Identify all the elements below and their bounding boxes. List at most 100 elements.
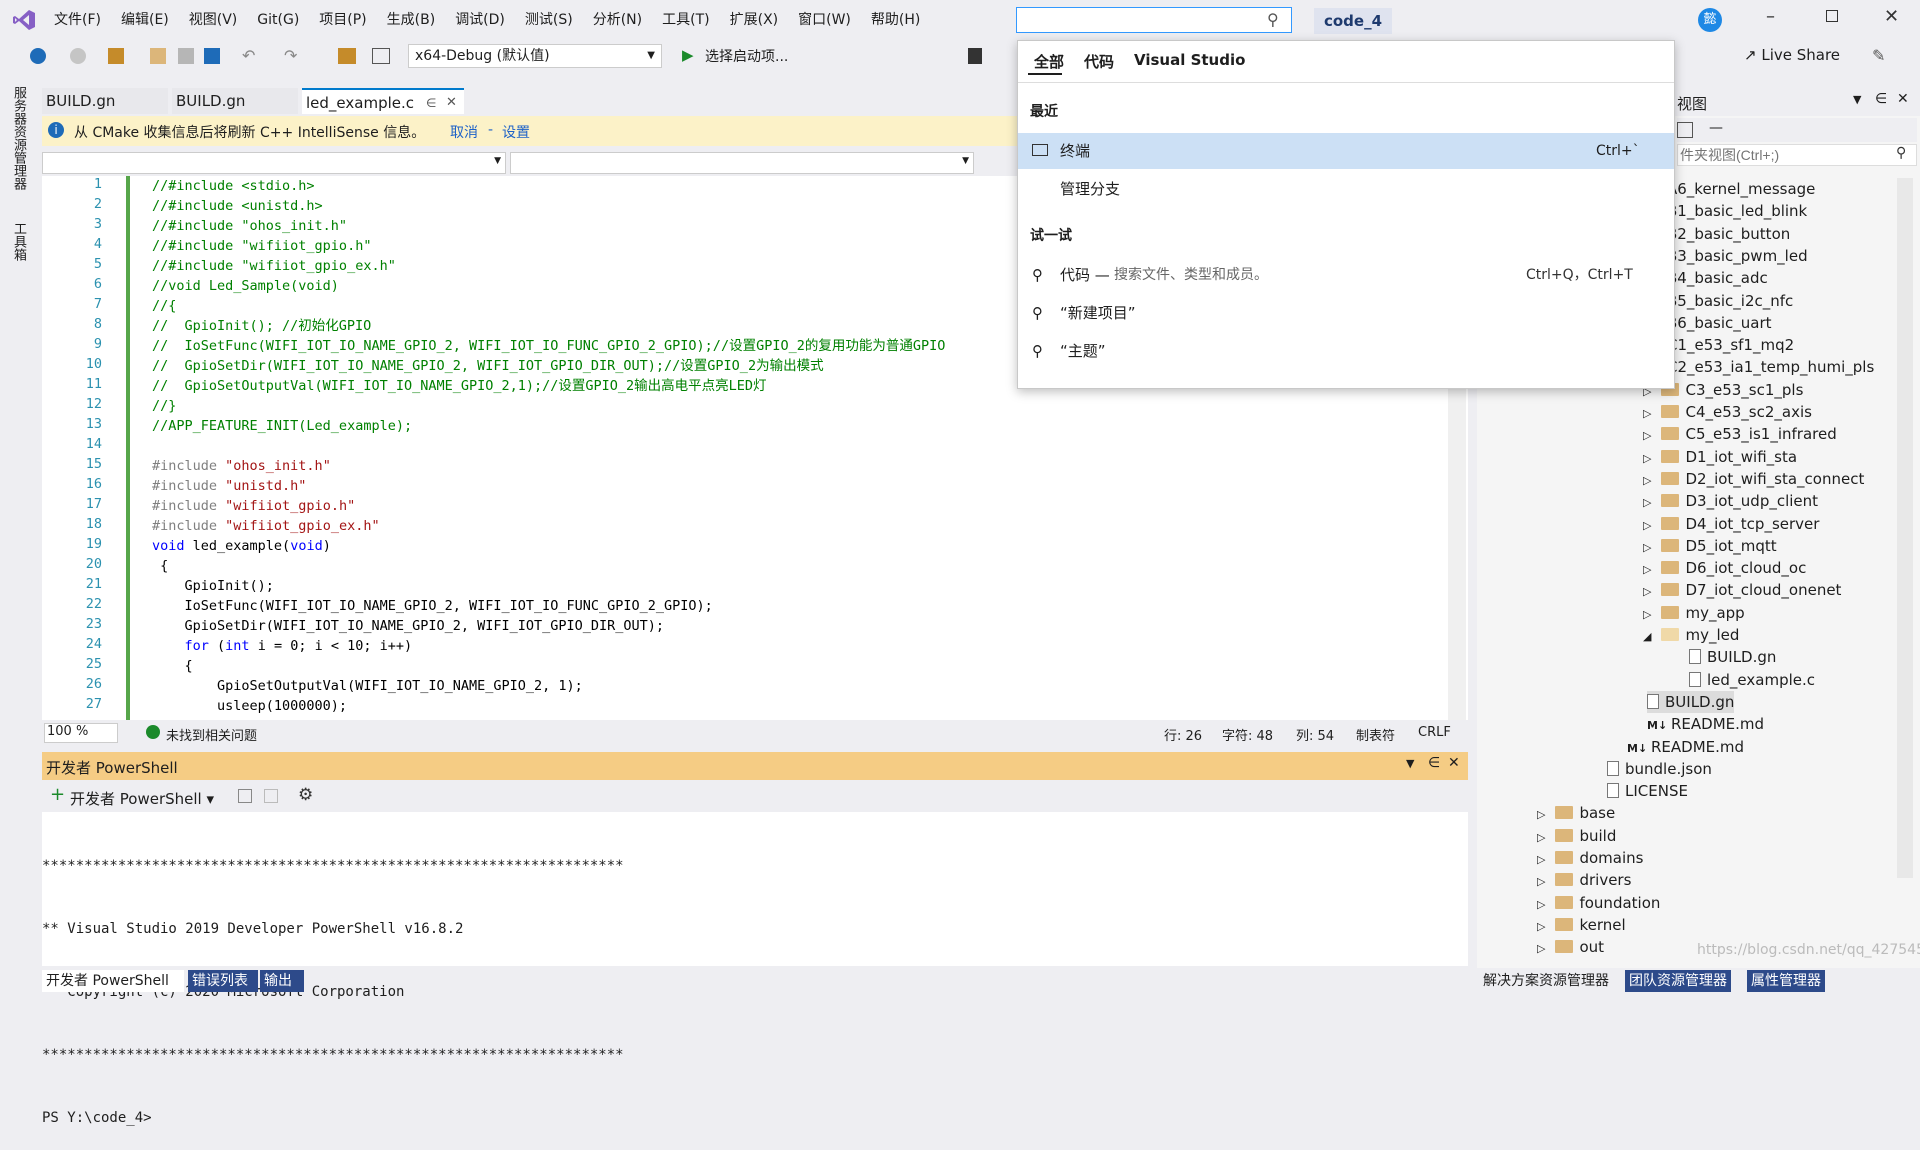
tree-folder[interactable]: ▷ C5_e53_is1_infrared [1643, 423, 1837, 445]
sol-pin-icon[interactable]: ∈ [1875, 91, 1887, 107]
chevron-right-icon[interactable]: ▷ [1643, 519, 1651, 532]
chevron-down-icon[interactable]: ◢ [1643, 630, 1651, 643]
tree-file[interactable]: led_example.c [1689, 669, 1815, 691]
server-explorer-tab[interactable]: 服务器资源管理器 [8, 86, 28, 190]
sol-search-input[interactable] [1678, 145, 1888, 165]
popup-tab-code[interactable]: 代码 [1084, 51, 1114, 72]
tabs-indicator[interactable]: 制表符 [1356, 725, 1395, 744]
tree-file[interactable]: A6_kernel_message [1667, 178, 1815, 200]
popup-item-new-project[interactable]: ⚲ “新建项目” [1018, 295, 1674, 331]
back-icon[interactable] [30, 48, 46, 64]
popup-item-code[interactable]: ⚲ 代码 — 搜索文件、类型和成员。 Ctrl+Q，Ctrl+T [1018, 257, 1674, 293]
chevron-right-icon[interactable]: ▷ [1537, 942, 1545, 955]
redo-icon[interactable]: ↷ [284, 46, 297, 65]
tree-folder[interactable]: ▷ out [1537, 936, 1604, 958]
menu-test[interactable]: 测试(S) [515, 9, 583, 31]
open-folder-icon[interactable] [150, 48, 166, 64]
feedback-icon[interactable]: ✎ [1872, 46, 1885, 65]
new-item-icon[interactable] [108, 48, 124, 64]
tree-file[interactable]: BUILD.gn [1647, 690, 1735, 713]
restore-icon[interactable] [1826, 10, 1838, 22]
menu-project[interactable]: 项目(P) [309, 9, 376, 31]
issues-status[interactable]: 未找到相关问题 [166, 725, 257, 744]
chevron-right-icon[interactable]: ▷ [1537, 920, 1545, 933]
save-icon[interactable] [178, 48, 194, 64]
properties-icon[interactable]: — [1709, 120, 1723, 136]
menu-help[interactable]: 帮助(H) [861, 9, 930, 31]
tab-led-example-c[interactable]: led_example.c ∈ ✕ [302, 88, 464, 114]
menu-build[interactable]: 生成(B) [377, 9, 446, 31]
start-item-button[interactable]: 选择启动项... [705, 46, 788, 66]
info-cancel-link[interactable]: 取消 [450, 122, 478, 142]
live-share-button[interactable]: ↗ Live Share [1744, 46, 1840, 64]
find-icon[interactable] [338, 48, 356, 64]
ps-profile-dropdown[interactable]: 开发者 PowerShell ▾ [70, 788, 214, 809]
tree-file[interactable]: LICENSE [1607, 780, 1688, 802]
tree-folder[interactable]: ▷ D1_iot_wifi_sta [1643, 446, 1797, 468]
menu-git[interactable]: Git(G) [247, 9, 309, 31]
configuration-select[interactable]: x64-Debug (默认值) ▼ [408, 44, 662, 68]
tree-file[interactable]: B6_basic_uart [1667, 312, 1772, 334]
tab-build-gn-1[interactable]: BUILD.gn [42, 88, 168, 114]
chevron-right-icon[interactable]: ▷ [1537, 875, 1545, 888]
tab-error-list[interactable]: 错误列表 [188, 970, 258, 992]
tab-output[interactable]: 输出 [260, 970, 304, 992]
tree-folder[interactable]: ▷ D6_iot_cloud_oc [1643, 557, 1806, 579]
tree-file[interactable]: M↓ README.md [1647, 713, 1764, 735]
minimize-icon[interactable]: – [1766, 6, 1775, 27]
chevron-right-icon[interactable]: ▷ [1537, 853, 1545, 866]
ps-close-icon[interactable]: ✕ [1448, 755, 1460, 771]
chevron-right-icon[interactable]: ▷ [1643, 563, 1651, 576]
tree-folder[interactable]: ▷ domains [1537, 847, 1643, 869]
play-icon[interactable]: ▶ [682, 46, 694, 64]
search-icon[interactable]: ⚲ [1267, 10, 1279, 29]
menu-view[interactable]: 视图(V) [179, 9, 248, 31]
tree-file[interactable]: B1_basic_led_blink [1667, 200, 1807, 222]
chevron-right-icon[interactable]: ▷ [1643, 407, 1651, 420]
tree-folder[interactable]: ▷ D2_iot_wifi_sta_connect [1643, 468, 1864, 490]
sol-search-box[interactable]: ⚲ [1677, 144, 1917, 166]
tree-folder[interactable]: ▷ build [1537, 825, 1616, 847]
popup-item-terminal[interactable]: 终端 Ctrl+` [1018, 133, 1674, 169]
popup-item-manage-branches[interactable]: 管理分支 [1018, 171, 1674, 207]
tree-folder[interactable]: ▷ drivers [1537, 869, 1631, 891]
popup-tab-all[interactable]: 全部 [1034, 51, 1064, 72]
tree-file[interactable]: bundle.json [1607, 758, 1712, 780]
toolbox-tab[interactable]: 工具箱 [8, 222, 28, 261]
chevron-right-icon[interactable]: ▷ [1643, 474, 1651, 487]
chevron-right-icon[interactable]: ▷ [1643, 585, 1651, 598]
copy-icon[interactable] [238, 789, 252, 803]
tree-folder[interactable]: ▷ base [1537, 802, 1615, 824]
member-dropdown[interactable]: ▼ [510, 152, 974, 174]
tree-folder[interactable]: ▷ D5_iot_mqtt [1643, 535, 1777, 557]
close-icon[interactable]: ✕ [1884, 6, 1899, 27]
menu-analyze[interactable]: 分析(N) [583, 9, 652, 31]
chevron-right-icon[interactable]: ▷ [1643, 496, 1651, 509]
zoom-select[interactable]: 100 % [44, 723, 118, 743]
eol-indicator[interactable]: CRLF [1418, 725, 1451, 740]
chevron-right-icon[interactable]: ▷ [1643, 608, 1651, 621]
scope-dropdown[interactable]: ▼ [42, 152, 506, 174]
menu-tools[interactable]: 工具(T) [652, 9, 719, 31]
tree-folder[interactable]: ▷ C4_e53_sc2_axis [1643, 401, 1812, 423]
tab-build-gn-2[interactable]: BUILD.gn [172, 88, 298, 114]
ps-output[interactable]: ****************************************… [42, 812, 1468, 1126]
tab-developer-powershell[interactable]: 开发者 PowerShell [42, 970, 184, 992]
gear-icon[interactable]: ⚙ [298, 785, 313, 805]
popup-item-theme[interactable]: ⚲ “主题” [1018, 333, 1674, 369]
save-all-icon[interactable] [204, 48, 220, 64]
pin-icon[interactable]: ∈ [426, 90, 436, 116]
chevron-right-icon[interactable]: ▷ [1537, 898, 1545, 911]
chevron-right-icon[interactable]: ▷ [1643, 452, 1651, 465]
forward-icon[interactable] [70, 48, 86, 64]
paste-icon[interactable] [264, 789, 278, 803]
bookmark-icon[interactable] [968, 48, 982, 64]
tab-close-icon[interactable]: ✕ [446, 90, 457, 116]
tree-folder[interactable]: ▷ my_app [1643, 602, 1745, 624]
collapse-all-icon[interactable] [1677, 122, 1693, 138]
undo-icon[interactable]: ↶ [242, 46, 255, 65]
popup-tab-visual-studio[interactable]: Visual Studio [1134, 51, 1245, 69]
sol-close-icon[interactable]: ✕ [1897, 91, 1909, 107]
search-input[interactable] [1017, 8, 1257, 32]
tree-file[interactable]: B5_basic_i2c_nfc [1667, 290, 1793, 312]
